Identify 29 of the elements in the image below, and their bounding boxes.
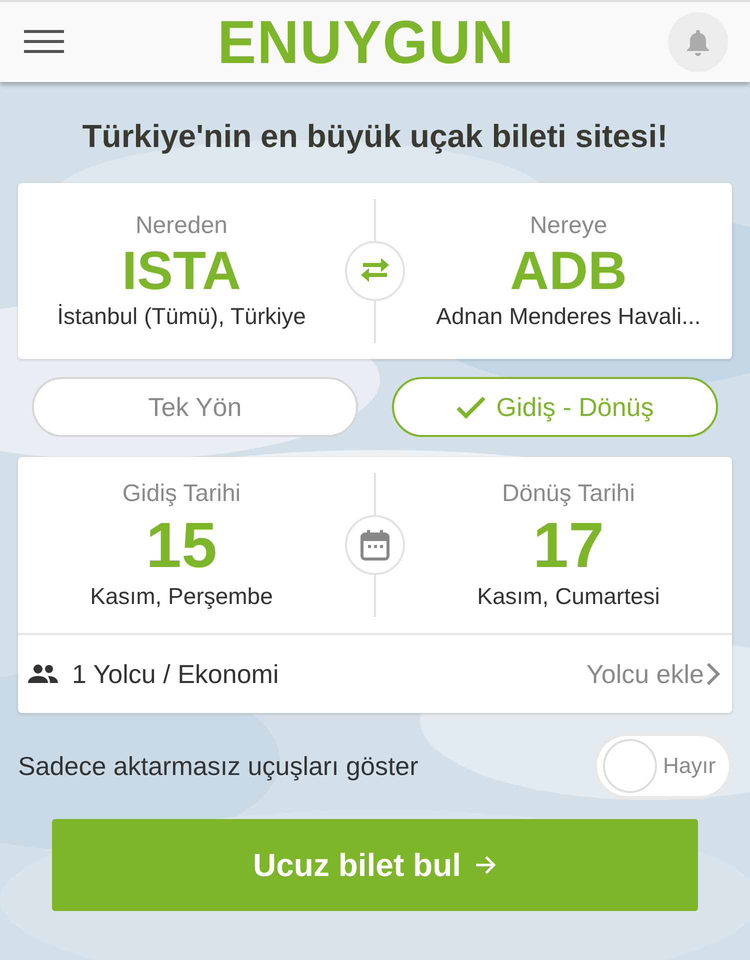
search-button[interactable]: Ucuz bilet bul xyxy=(52,819,698,911)
field-label: Gidiş Tarihi xyxy=(122,480,241,508)
airport-name: Adnan Menderes Havali... xyxy=(436,303,701,330)
date-detail: Kasım, Cumartesi xyxy=(477,582,660,610)
field-label: Dönüş Tarihi xyxy=(502,480,635,508)
calendar-icon xyxy=(360,529,390,561)
field-label: Nereden xyxy=(135,212,228,240)
toggle-label: Sadece aktarmasız uçuşları göster xyxy=(18,750,418,782)
logo[interactable]: ENUYGUN xyxy=(217,6,515,78)
field-label: Nereye xyxy=(530,212,608,240)
arrow-icon xyxy=(475,855,497,875)
airport-code[interactable]: ADB xyxy=(510,242,627,302)
headline: Türkiye'nin en büyük uçak bileti sitesi! xyxy=(81,118,669,155)
date-day[interactable]: 15 xyxy=(146,510,218,581)
passenger-summary[interactable]: 1 Yolcu / Ekonomi xyxy=(72,658,572,690)
trip-type-tab[interactable]: Tek Yön xyxy=(32,377,358,437)
date-day[interactable]: 17 xyxy=(532,510,604,581)
bell-icon xyxy=(686,28,710,56)
date-detail: Kasım, Perşembe xyxy=(90,582,273,610)
people-icon xyxy=(28,664,58,684)
chevron-icon xyxy=(706,662,720,686)
swap-icon xyxy=(359,258,391,284)
menu-icon[interactable] xyxy=(24,30,64,54)
direct-flights-toggle[interactable]: Hayır xyxy=(594,733,732,799)
add-passenger-link[interactable]: Yolcu ekle xyxy=(586,658,720,690)
airport-code[interactable]: ISTA xyxy=(122,242,241,302)
airport-name: İstanbul (Tümü), Türkiye xyxy=(57,303,306,330)
trip-type-tab[interactable]: Gidiş - Dönüş xyxy=(392,377,718,437)
check-icon xyxy=(456,395,486,419)
